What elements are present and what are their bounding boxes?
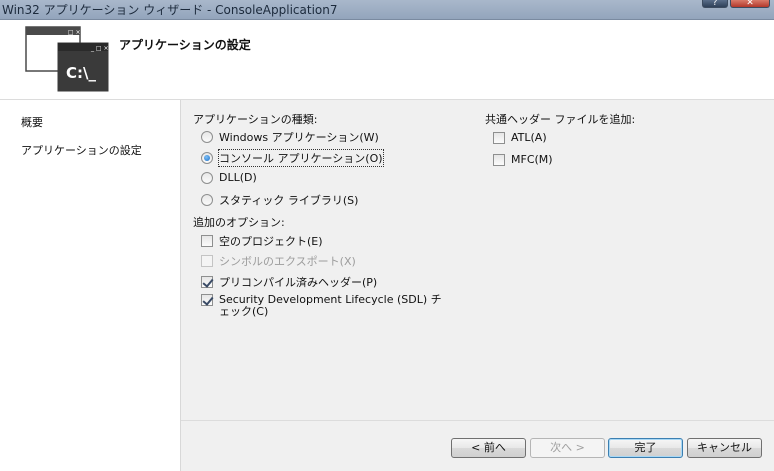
extra-options-label: 追加のオプション: bbox=[193, 216, 285, 229]
checkbox-mfc[interactable]: MFC(M) bbox=[493, 153, 553, 166]
radio-label: DLL(D) bbox=[219, 171, 257, 184]
radio-static-lib[interactable]: スタティック ライブラリ(S) bbox=[201, 192, 358, 208]
help-button[interactable]: ? bbox=[702, 0, 728, 8]
checkbox-label: プリコンパイル済みヘッダー(P) bbox=[219, 276, 378, 289]
checkbox-label: 空のプロジェクト(E) bbox=[219, 235, 323, 248]
cancel-button[interactable]: キャンセル bbox=[687, 438, 762, 458]
checkbox-empty-project[interactable]: 空のプロジェクト(E) bbox=[201, 233, 323, 249]
console-prompt-text: C:\_ bbox=[66, 64, 96, 82]
settings-panel: アプリケーションの種類: Windows アプリケーション(W) コンソール ア… bbox=[181, 100, 774, 420]
radio-control[interactable] bbox=[201, 171, 213, 184]
radio-control[interactable] bbox=[201, 152, 213, 164]
next-button: 次へ > bbox=[530, 438, 605, 458]
checkbox-control[interactable] bbox=[201, 235, 213, 247]
nav-item-overview[interactable]: 概要 bbox=[21, 114, 43, 130]
checkbox-control[interactable] bbox=[493, 153, 505, 166]
checkbox-label: ATL(A) bbox=[511, 131, 547, 144]
checkbox-control[interactable] bbox=[201, 276, 213, 288]
close-button[interactable]: ✕ bbox=[730, 0, 770, 8]
window-title: Win32 アプリケーション ウィザード - ConsoleApplicatio… bbox=[2, 3, 338, 17]
wizard-nav: 概要 アプリケーションの設定 bbox=[0, 100, 181, 471]
radio-label: コンソール アプリケーション(O) bbox=[218, 149, 384, 167]
checkbox-label: シンボルのエクスポート(X) bbox=[219, 255, 356, 268]
title-bar: Win32 アプリケーション ウィザード - ConsoleApplicatio… bbox=[0, 0, 774, 20]
checkbox-label: MFC(M) bbox=[511, 153, 553, 166]
button-bar: < 前へ 次へ > 完了 キャンセル bbox=[181, 420, 774, 471]
checkbox-label: Security Development Lifecycle (SDL) チェッ… bbox=[219, 293, 442, 318]
close-icon: ✕ bbox=[746, 0, 754, 8]
radio-label: Windows アプリケーション(W) bbox=[219, 131, 379, 144]
wizard-header: _ □ × _ □ × C:\_ アプリケーションの設定 bbox=[0, 20, 774, 100]
radio-control[interactable] bbox=[201, 131, 213, 143]
checkbox-control[interactable] bbox=[201, 294, 213, 306]
radio-console-app[interactable]: コンソール アプリケーション(O) bbox=[201, 149, 384, 167]
checkbox-export-symbols: シンボルのエクスポート(X) bbox=[201, 253, 356, 269]
help-icon: ? bbox=[712, 0, 718, 8]
common-headers-label: 共通ヘッダー ファイルを追加: bbox=[485, 113, 636, 126]
nav-item-app-settings[interactable]: アプリケーションの設定 bbox=[21, 142, 142, 158]
radio-control[interactable] bbox=[201, 194, 213, 206]
front-window-glyphs: _ □ × bbox=[90, 45, 109, 52]
checkbox-precompiled-header[interactable]: プリコンパイル済みヘッダー(P) bbox=[201, 274, 377, 290]
checkbox-atl[interactable]: ATL(A) bbox=[493, 131, 547, 144]
radio-label: スタティック ライブラリ(S) bbox=[219, 194, 359, 207]
back-button[interactable]: < 前へ bbox=[451, 438, 526, 458]
checkbox-control bbox=[201, 255, 213, 267]
back-window-glyphs: _ □ × bbox=[62, 29, 81, 36]
radio-dll[interactable]: DLL(D) bbox=[201, 171, 257, 184]
app-type-label: アプリケーションの種類: bbox=[193, 113, 318, 126]
console-app-icon: _ □ × _ □ × C:\_ bbox=[25, 26, 109, 92]
checkbox-control[interactable] bbox=[493, 131, 505, 144]
checkbox-sdl-check[interactable]: Security Development Lifecycle (SDL) チェッ… bbox=[201, 294, 451, 318]
radio-windows-app[interactable]: Windows アプリケーション(W) bbox=[201, 129, 379, 145]
finish-button[interactable]: 完了 bbox=[608, 438, 683, 458]
page-title: アプリケーションの設定 bbox=[119, 38, 251, 52]
